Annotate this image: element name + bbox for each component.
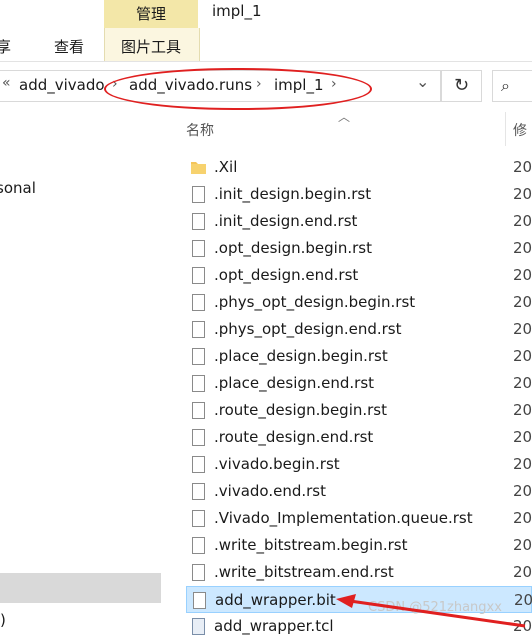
address-row: « add_vivado › add_vivado.runs › impl_1 … xyxy=(0,62,532,112)
file-row[interactable]: .place_design.begin.rst 20 xyxy=(186,343,532,370)
breadcrumb-add-vivado[interactable]: add_vivado xyxy=(19,76,105,94)
refresh-button[interactable]: ↻ xyxy=(441,70,482,102)
chevron-right-icon[interactable]: › xyxy=(256,76,262,92)
breadcrumb-add-vivado-runs[interactable]: add_vivado.runs xyxy=(129,76,252,94)
file-icon xyxy=(192,456,205,473)
ribbon: 管理 impl_1 享 查看 图片工具 xyxy=(0,0,532,62)
file-name: add_wrapper.bit xyxy=(215,591,336,609)
column-header-name[interactable]: 名称 xyxy=(186,120,214,140)
file-icon xyxy=(192,267,205,284)
search-input[interactable]: ⌕ xyxy=(492,70,532,102)
file-name: .phys_opt_design.begin.rst xyxy=(214,293,416,311)
file-name: .phys_opt_design.end.rst xyxy=(214,320,402,338)
column-header-modified[interactable]: 修 xyxy=(513,120,527,140)
file-name: .write_bitstream.end.rst xyxy=(214,563,394,581)
file-name: .write_bitstream.begin.rst xyxy=(214,536,408,554)
file-date: 20 xyxy=(513,266,532,284)
file-row[interactable]: .Vivado_Implementation.queue.rst 20 xyxy=(186,505,532,532)
overflow-icon[interactable]: « xyxy=(2,75,11,91)
file-name: .place_design.end.rst xyxy=(214,374,375,392)
window-title: impl_1 xyxy=(212,2,262,20)
annotation-arrow xyxy=(336,594,526,628)
file-row[interactable]: .init_design.end.rst 20 xyxy=(186,208,532,235)
refresh-icon: ↻ xyxy=(453,75,470,96)
file-date: 20 xyxy=(513,428,532,446)
file-row[interactable]: .phys_opt_design.end.rst 20 xyxy=(186,316,532,343)
nav-item-personal[interactable]: sonal xyxy=(0,179,36,197)
file-date: 20 xyxy=(513,563,532,581)
file-icon xyxy=(192,510,205,527)
tab-manage[interactable]: 管理 xyxy=(104,0,198,28)
file-icon xyxy=(192,375,205,392)
file-date: 20 xyxy=(513,536,532,554)
file-date: 20 xyxy=(513,158,532,176)
file-date: 20 xyxy=(513,212,532,230)
file-name: .init_design.end.rst xyxy=(214,212,358,230)
sort-ascending-icon: ︿ xyxy=(338,110,351,124)
file-date: 20 xyxy=(513,482,532,500)
file-date: 20 xyxy=(513,185,532,203)
file-date: 20 xyxy=(513,509,532,527)
file-name: .Vivado_Implementation.queue.rst xyxy=(214,509,473,527)
search-icon: ⌕ xyxy=(501,76,510,95)
file-row[interactable]: .write_bitstream.begin.rst 20 xyxy=(186,532,532,559)
file-name: .opt_design.begin.rst xyxy=(214,239,372,257)
tab-picture-tools[interactable]: 图片工具 xyxy=(121,36,181,57)
file-name: .Xil xyxy=(214,158,238,176)
tcl-file-icon xyxy=(192,618,205,635)
file-row[interactable]: .opt_design.end.rst 20 xyxy=(186,262,532,289)
file-name: .route_design.end.rst xyxy=(214,428,374,446)
chevron-right-icon[interactable]: › xyxy=(112,76,118,92)
file-icon xyxy=(192,321,205,338)
file-date: 20 xyxy=(513,347,532,365)
file-row[interactable]: .write_bitstream.end.rst 20 xyxy=(186,559,532,586)
file-date: 20 xyxy=(513,293,532,311)
file-row[interactable]: .Xil 20 xyxy=(186,154,532,181)
file-date: 20 xyxy=(513,401,532,419)
folder-icon xyxy=(191,160,206,177)
file-icon xyxy=(192,564,205,581)
file-name: .vivado.begin.rst xyxy=(214,455,340,473)
file-date: 20 xyxy=(513,374,532,392)
file-date: 20 xyxy=(513,320,532,338)
file-row[interactable]: .phys_opt_design.begin.rst 20 xyxy=(186,289,532,316)
file-row[interactable]: .place_design.end.rst 20 xyxy=(186,370,532,397)
chevron-down-icon[interactable]: ⌄ xyxy=(416,72,429,91)
file-name: .route_design.begin.rst xyxy=(214,401,388,419)
column-divider[interactable] xyxy=(505,112,506,146)
file-date: 20 xyxy=(513,239,532,257)
file-icon xyxy=(192,402,205,419)
tab-view[interactable]: 查看 xyxy=(54,36,84,57)
chevron-right-icon[interactable]: › xyxy=(331,76,337,92)
file-name: .vivado.end.rst xyxy=(214,482,326,500)
file-row[interactable]: .route_design.end.rst 20 xyxy=(186,424,532,451)
file-date: 20 xyxy=(513,455,532,473)
file-row[interactable]: .vivado.begin.rst 20 xyxy=(186,451,532,478)
file-icon xyxy=(192,429,205,446)
file-icon xyxy=(193,592,206,609)
file-row[interactable]: .route_design.begin.rst 20 xyxy=(186,397,532,424)
tab-share[interactable]: 享 xyxy=(0,36,11,57)
nav-item-drive[interactable]: ) xyxy=(0,611,6,629)
file-icon xyxy=(192,186,205,203)
file-row[interactable]: .opt_design.begin.rst 20 xyxy=(186,235,532,262)
file-name: .opt_design.end.rst xyxy=(214,266,359,284)
file-icon xyxy=(192,240,205,257)
file-row[interactable]: .vivado.end.rst 20 xyxy=(186,478,532,505)
file-icon xyxy=(192,213,205,230)
file-icon xyxy=(192,348,205,365)
nav-item-selected[interactable] xyxy=(0,573,161,603)
file-name: .place_design.begin.rst xyxy=(214,347,388,365)
file-name: .init_design.begin.rst xyxy=(214,185,372,203)
file-name: add_wrapper.tcl xyxy=(214,617,334,635)
file-icon xyxy=(192,483,205,500)
breadcrumb-impl-1[interactable]: impl_1 xyxy=(274,76,324,94)
file-row[interactable]: .init_design.begin.rst 20 xyxy=(186,181,532,208)
file-icon xyxy=(192,537,205,554)
file-icon xyxy=(192,294,205,311)
